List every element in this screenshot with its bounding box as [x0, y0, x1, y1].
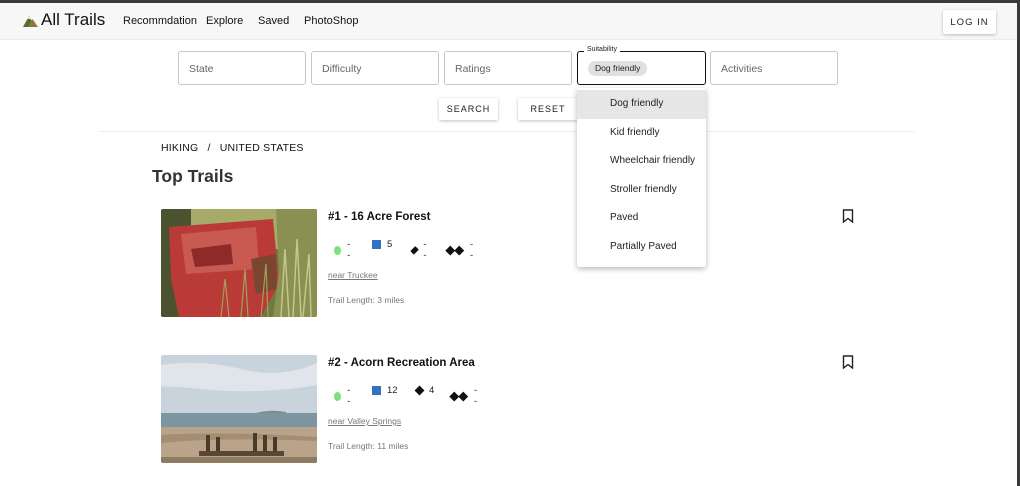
- stat-moderate: 12: [372, 385, 398, 396]
- double-black-diamond-icon: [445, 245, 464, 255]
- stat-expert: --: [449, 385, 478, 407]
- login-button[interactable]: LOG IN: [943, 10, 996, 34]
- trail-photo[interactable]: [161, 209, 317, 317]
- dropdown-option-dog-friendly[interactable]: Dog friendly: [577, 90, 706, 119]
- nav-link-photoshop[interactable]: PhotoShop: [304, 15, 358, 27]
- nav-link-recommendation[interactable]: Recommdation: [123, 15, 197, 27]
- activities-placeholder: Activities: [721, 63, 763, 75]
- dropdown-option-stroller-friendly[interactable]: Stroller friendly: [577, 176, 706, 205]
- breadcrumb-hiking[interactable]: HIKING: [161, 142, 198, 154]
- green-circle-icon: [334, 391, 342, 401]
- difficulty-placeholder: Difficulty: [322, 63, 362, 75]
- stat-hard-value: 4: [429, 385, 435, 396]
- stat-easy: --: [334, 239, 352, 261]
- stat-hard: --: [410, 239, 428, 261]
- ratings-placeholder: Ratings: [455, 63, 491, 75]
- brand-logo[interactable]: All Trails: [23, 10, 105, 30]
- green-circle-icon: [334, 245, 342, 255]
- mountain-logo-icon: [23, 15, 38, 27]
- stat-moderate-value: 12: [387, 385, 398, 396]
- stat-easy-value: --: [347, 385, 351, 407]
- breadcrumb: HIKING / UNITED STATES: [161, 142, 304, 154]
- trail-location-link[interactable]: near Truckee: [328, 270, 378, 280]
- black-diamond-icon: [414, 385, 425, 396]
- search-button[interactable]: SEARCH: [439, 98, 498, 120]
- difficulty-select[interactable]: Difficulty: [311, 51, 439, 85]
- stat-moderate: 5: [372, 239, 392, 250]
- trail-title[interactable]: #2 - Acorn Recreation Area: [328, 357, 475, 369]
- stat-hard-value: --: [423, 239, 427, 261]
- reset-button[interactable]: RESET: [518, 98, 578, 120]
- dropdown-option-partially-paved[interactable]: Partially Paved: [577, 233, 706, 262]
- bookmark-icon[interactable]: [842, 355, 854, 369]
- stat-expert: --: [445, 239, 474, 261]
- stat-hard: 4: [414, 385, 435, 396]
- activities-select[interactable]: Activities: [710, 51, 838, 85]
- double-black-diamond-icon: [449, 391, 468, 401]
- dropdown-option-wheelchair-friendly[interactable]: Wheelchair friendly: [577, 147, 706, 176]
- suitability-dropdown-menu: Dog friendly Kid friendly Wheelchair fri…: [577, 88, 706, 267]
- trail-length: Trail Length: 11 miles: [328, 441, 409, 451]
- suitability-select[interactable]: Suitability Dog friendly: [577, 46, 706, 85]
- blue-square-icon: [372, 240, 381, 249]
- state-placeholder: State: [189, 63, 214, 75]
- stat-expert-value: --: [474, 385, 478, 407]
- state-select[interactable]: State: [178, 51, 306, 85]
- black-diamond-icon: [410, 245, 420, 255]
- page-title: Top Trails: [152, 166, 234, 186]
- trail-length: Trail Length: 3 miles: [328, 295, 405, 305]
- navbar: All Trails Recommdation Explore Saved Ph…: [0, 3, 1017, 40]
- divider: [100, 131, 915, 132]
- breadcrumb-united-states[interactable]: UNITED STATES: [220, 142, 304, 154]
- stat-expert-value: --: [470, 239, 474, 261]
- nav-link-explore[interactable]: Explore: [206, 15, 243, 27]
- trail-card: #1 - 16 Acre Forest -- 5 -- -- near Truc…: [161, 209, 861, 317]
- blue-square-icon: [372, 386, 381, 395]
- suitability-label: Suitability: [584, 46, 620, 53]
- brand-name: All Trails: [41, 10, 106, 29]
- dropdown-option-kid-friendly[interactable]: Kid friendly: [577, 119, 706, 148]
- trail-card: #2 - Acorn Recreation Area -- 12 4 -- ne…: [161, 355, 861, 463]
- breadcrumb-separator: /: [207, 142, 211, 154]
- trail-photo[interactable]: [161, 355, 317, 463]
- trail-title[interactable]: #1 - 16 Acre Forest: [328, 211, 430, 223]
- trail-location-link[interactable]: near Valley Springs: [328, 416, 401, 426]
- stat-moderate-value: 5: [387, 239, 393, 250]
- ratings-select[interactable]: Ratings: [444, 51, 572, 85]
- stat-easy: --: [334, 385, 352, 407]
- dropdown-option-paved[interactable]: Paved: [577, 204, 706, 233]
- stat-easy-value: --: [347, 239, 351, 261]
- bookmark-icon[interactable]: [842, 209, 854, 223]
- selected-chip-dog-friendly[interactable]: Dog friendly: [588, 61, 648, 76]
- nav-link-saved[interactable]: Saved: [258, 15, 289, 27]
